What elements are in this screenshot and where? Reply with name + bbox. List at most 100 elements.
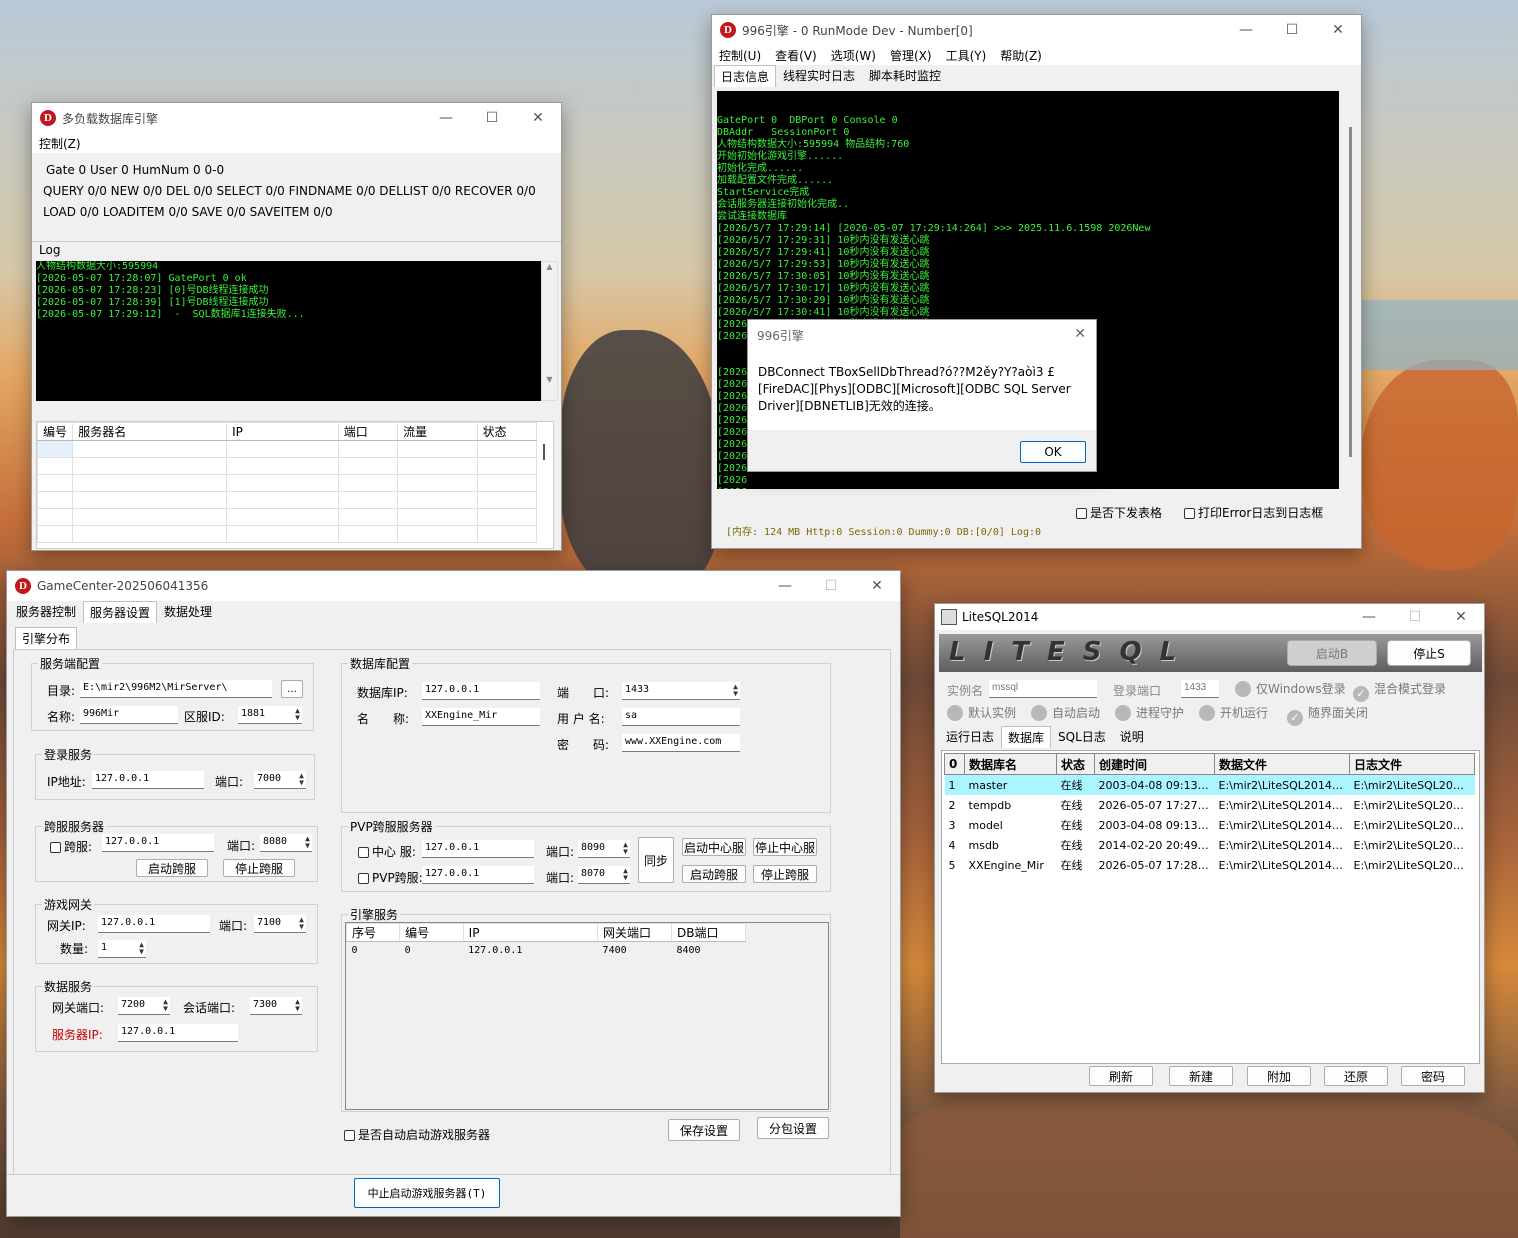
close-icon[interactable]: ✕ [854,571,900,601]
table-row[interactable]: 0 0 127.0.0.1 7400 8400 [347,942,746,959]
center-ip-input[interactable]: 127.0.0.1 [422,840,534,858]
column-header[interactable]: 状态 [1056,753,1095,775]
column-header[interactable]: 网关端口 [597,923,672,942]
stop-start-game-server-button[interactable]: 中止启动游戏服务器(T) [354,1178,500,1208]
password-button[interactable]: 密码 [1401,1066,1465,1086]
table-row[interactable]: 3 model 在线 2003-04-08 09:13:36 E:\mir2\LiteS… [945,815,1475,835]
pvp-port-stepper[interactable]: 8070 ▲ ▼ [578,866,630,884]
menu-control[interactable]: 控制(Z) [32,135,88,152]
tab-server-control[interactable]: 服务器控制 [9,600,83,623]
maximize-icon[interactable]: ☐ [1392,604,1438,630]
scroll-thumb[interactable] [1349,127,1352,457]
maximize-icon[interactable]: ☐ [1269,15,1315,45]
sync-button[interactable]: 同步 [638,837,674,883]
chk-print-error[interactable]: 打印Error日志到日志框 [1184,504,1323,521]
minimize-icon[interactable]: — [1223,15,1269,45]
tab-script-monitor[interactable]: 脚本耗时监控 [862,64,948,87]
minimize-icon[interactable]: — [423,103,469,133]
db-password-input[interactable]: www.XXEngine.com [622,734,740,752]
name-input[interactable]: 996Mir [80,706,178,724]
new-button[interactable]: 新建 [1169,1066,1233,1086]
checkbox[interactable] [50,842,61,853]
port-input[interactable]: 1433 [1181,680,1219,698]
column-header[interactable]: 服务器名 [72,422,228,441]
package-settings-button[interactable]: 分包设置 [757,1117,829,1139]
session-port-stepper[interactable]: 7300 ▲ ▼ [250,997,302,1015]
dialog-title-bar[interactable]: 996引擎 ✕ [748,320,1096,350]
browse-button[interactable]: ... [281,680,303,698]
auto-start-checkbox[interactable]: 是否自动启动游戏服务器 [344,1126,490,1143]
stop-center-button[interactable]: 停止中心服 [753,838,817,856]
instance-input[interactable]: mssql [989,680,1097,698]
cross-checkbox[interactable]: 跨服: [50,838,92,855]
tab-sql-log[interactable]: SQL日志 [1051,725,1113,748]
menu-help[interactable]: 帮助(Z) [993,47,1049,64]
stop-cross-button[interactable]: 停止跨服 [223,859,295,877]
column-header[interactable]: 端口 [337,422,399,441]
radio-icon[interactable] [1031,705,1047,721]
table-row[interactable]: 5 XXEngine_Mir 在线 2026-05-07 17:28:05 E:\mir… [945,855,1475,875]
save-settings-button[interactable]: 保存设置 [668,1119,740,1141]
option-mixed-login[interactable]: ✓ 混合模式登录 [1353,680,1446,702]
gate-port-stepper[interactable]: 7100 ▲ ▼ [254,915,306,933]
ok-button[interactable]: OK [1020,441,1086,463]
db-port-stepper[interactable]: 1433 ▲ ▼ [622,682,740,700]
checkbox[interactable] [1076,508,1087,519]
tab-run-log[interactable]: 运行日志 [939,725,1001,748]
stop-button[interactable]: 停止S [1387,640,1471,666]
table-row[interactable]: 4 msdb 在线 2014-02-20 20:49:38 E:\mir2\LiteSQ… [945,835,1475,855]
column-header[interactable]: 编号 [399,923,464,942]
start-center-button[interactable]: 启动中心服 [682,838,746,856]
title-bar[interactable]: D 多负载数据库引擎 — ☐ ✕ [32,103,561,133]
center-port-stepper[interactable]: 8090 ▲ ▼ [578,840,630,858]
radio-icon[interactable] [1235,681,1251,697]
tab-log[interactable]: 日志信息 [714,65,777,87]
column-header[interactable]: 数据文件 [1214,753,1350,775]
start-cross-button[interactable]: 启动跨服 [136,859,208,877]
pvp-checkbox[interactable]: PVP跨服: [358,869,423,886]
check-icon[interactable]: ✓ [1287,710,1303,726]
tab-data-processing[interactable]: 数据处理 [157,600,219,623]
radio-icon[interactable] [947,705,963,721]
title-bar[interactable]: LiteSQL2014 — ☐ ✕ [935,604,1484,630]
option-windows-login[interactable]: 仅Windows登录 [1235,680,1346,697]
column-header[interactable]: DB端口 [671,923,746,942]
server-ip-input[interactable]: 127.0.0.1 [118,1024,238,1042]
maximize-icon[interactable]: ☐ [808,571,854,601]
dir-input[interactable]: E:\mir2\996M2\MirServer\ [80,680,272,698]
cross-port-stepper[interactable]: 8080 ▲ ▼ [260,834,312,852]
minimize-icon[interactable]: — [1346,604,1392,630]
menu-tools[interactable]: 工具(Y) [939,47,994,64]
column-header[interactable]: 日志文件 [1349,753,1475,775]
column-header[interactable]: 创建时间 [1094,753,1215,775]
check-icon[interactable]: ✓ [1353,686,1369,702]
title-bar[interactable]: D 996引擎 - 0 RunMode Dev - Number[0] — ☐ … [712,15,1361,45]
table-row[interactable] [36,440,538,458]
maximize-icon[interactable]: ☐ [469,103,515,133]
stop-cross-button[interactable]: 停止跨服 [753,865,817,883]
table-scrollbar[interactable] [543,444,545,460]
db-name-input[interactable]: XXEngine_Mir [422,708,540,726]
column-header[interactable]: 0 [944,753,965,775]
center-checkbox[interactable]: 中心 服: [358,843,416,860]
tab-database[interactable]: 数据库 [1001,726,1052,748]
db-ip-input[interactable]: 127.0.0.1 [422,682,540,700]
menu-manage[interactable]: 管理(X) [883,47,939,64]
pvp-ip-input[interactable]: 127.0.0.1 [422,866,534,884]
close-icon[interactable]: ✕ [515,103,561,133]
chk-send-table[interactable]: 是否下发表格 [1076,504,1162,521]
menu-control[interactable]: 控制(U) [712,47,768,64]
option-close-with-ui[interactable]: ✓ 随界面关闭 [1287,704,1368,726]
start-button[interactable]: 启动B [1287,640,1377,666]
db-user-input[interactable]: sa [622,708,740,726]
gate-ip-input[interactable]: 127.0.0.1 [98,915,210,933]
title-bar[interactable]: D GameCenter-202506041356 — ☐ ✕ [7,571,900,601]
option-auto-start[interactable]: 自动启动 [1031,704,1100,721]
refresh-button[interactable]: 刷新 [1089,1066,1153,1086]
table-row[interactable] [36,491,538,509]
column-header[interactable]: 编号 [36,422,74,441]
table-row[interactable] [36,457,538,475]
gate-count-stepper[interactable]: 1 ▲ ▼ [98,940,146,958]
column-header[interactable]: 序号 [345,923,401,942]
start-cross-button[interactable]: 启动跨服 [682,865,746,883]
